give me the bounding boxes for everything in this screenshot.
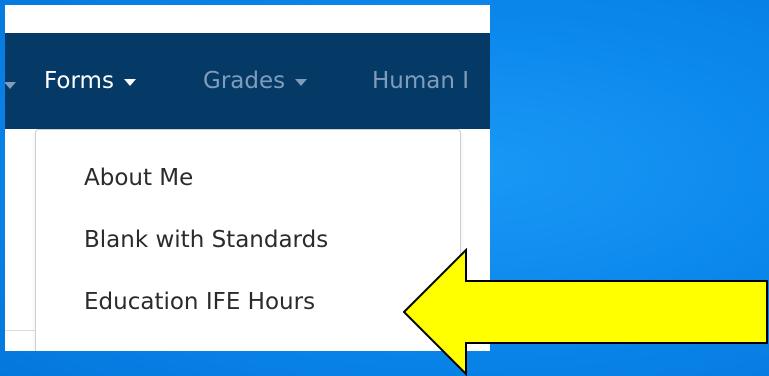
dropdown-item-about-me[interactable]: About Me [84,165,193,191]
dropdown-item-blank-with-standards[interactable]: Blank with Standards [84,227,328,253]
nav-grades-dropdown[interactable]: Grades [203,33,308,129]
dropdown-item-education-ife-hours[interactable]: Education IFE Hours [84,289,315,315]
yellow-left-arrow-icon [403,248,768,376]
nav-human-label: Human I [372,68,470,94]
chevron-down-icon[interactable] [5,77,16,93]
nav-forms-dropdown[interactable]: Forms [44,33,136,129]
chevron-down-icon [295,78,308,86]
nav-human-dropdown[interactable]: Human I [372,33,469,129]
nav-forms-label: Forms [44,68,114,94]
forms-dropdown-menu: About Me Blank with Standards Education … [35,129,461,351]
nav-grades-label: Grades [203,68,286,94]
divider [5,330,37,331]
chevron-down-icon [123,78,136,86]
top-navbar: Forms Grades Human I [5,33,490,129]
